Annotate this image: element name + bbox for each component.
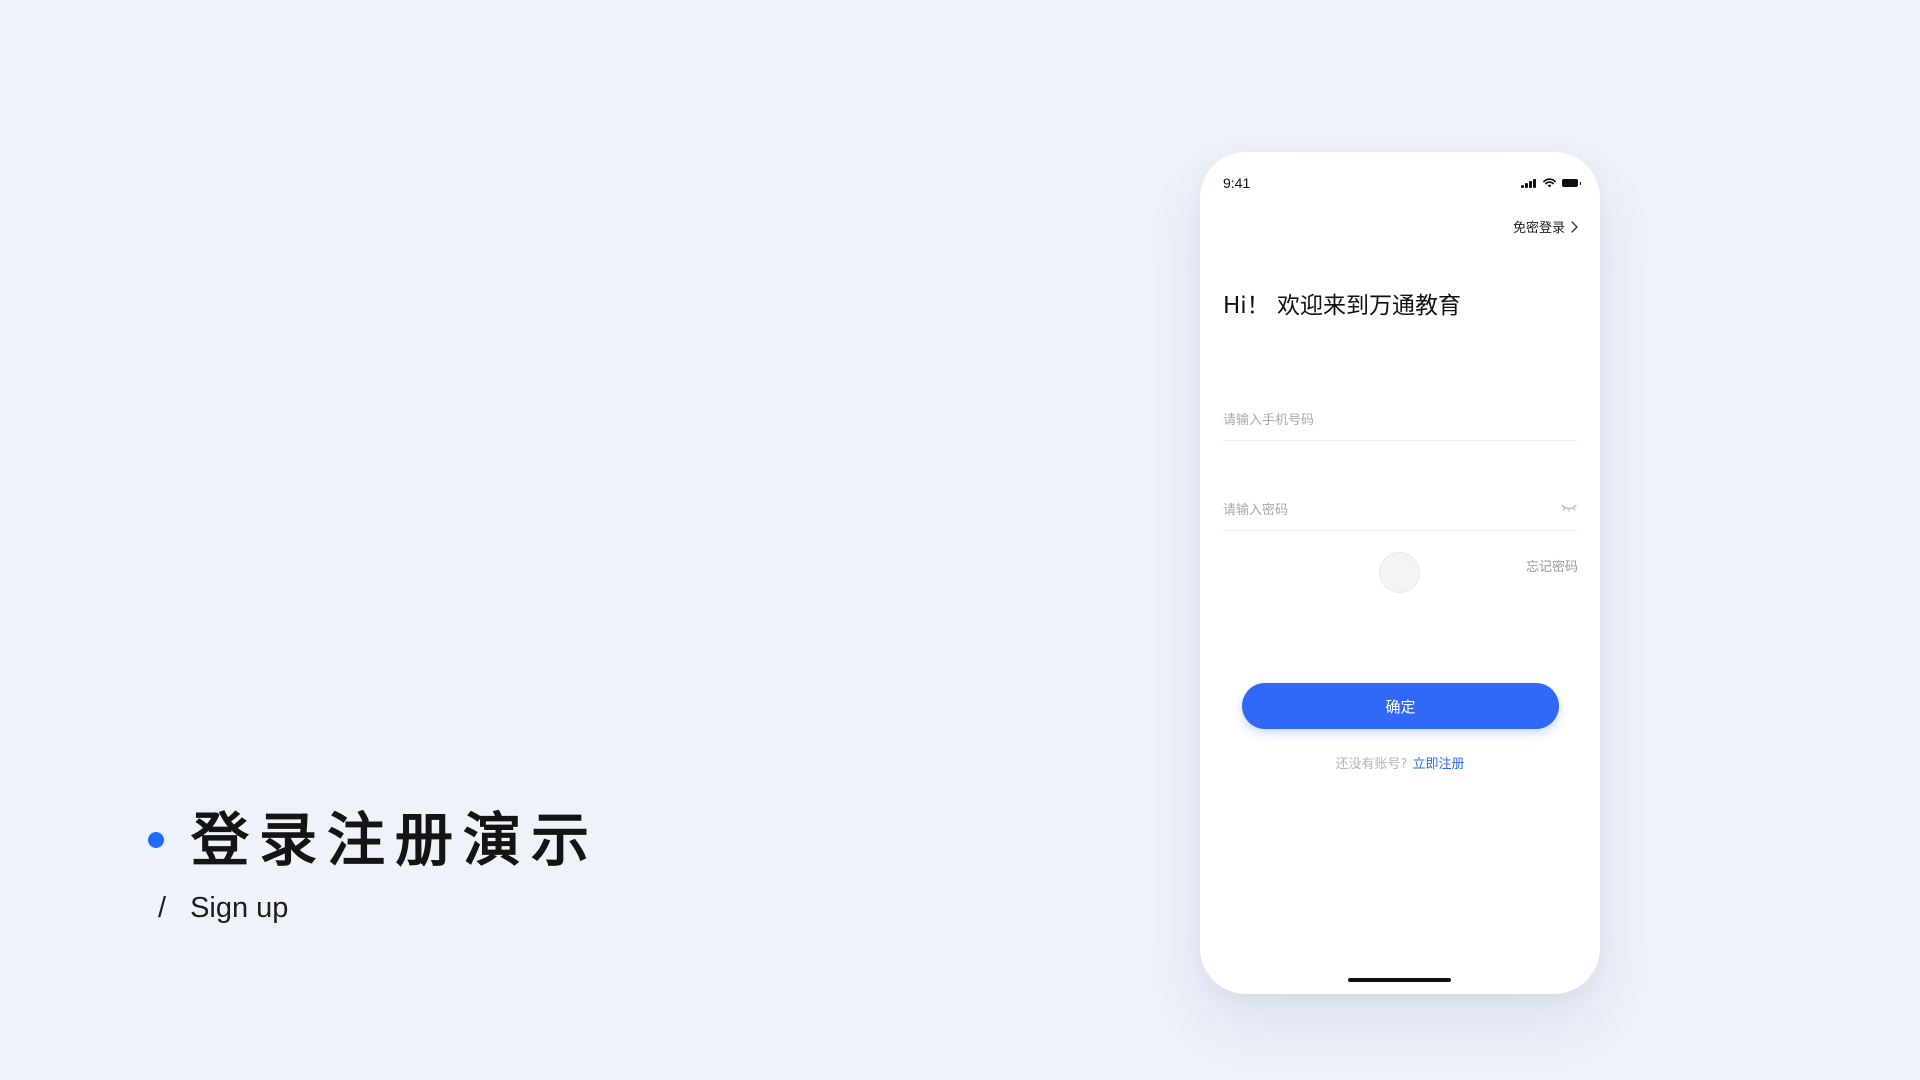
bullet-dot-icon: [148, 832, 164, 848]
status-time: 9:41: [1223, 175, 1251, 191]
password-field[interactable]: 请输入密码: [1223, 486, 1577, 531]
status-bar: 9:41: [1223, 171, 1581, 195]
loading-indicator: [1379, 552, 1420, 593]
slide-subtitle: Sign up: [190, 892, 289, 924]
slide-title: 登录注册演示: [191, 806, 600, 874]
register-prompt: 还没有账号?: [1335, 757, 1408, 772]
slide-heading: 登录注册演示 / Sign up: [148, 800, 599, 925]
slide-title-row: 登录注册演示: [148, 800, 599, 880]
chevron-right-icon: [1571, 220, 1578, 233]
quick-login-link[interactable]: 免密登录: [1513, 217, 1578, 236]
home-indicator: [1348, 978, 1451, 982]
status-icons: [1521, 178, 1581, 188]
register-link[interactable]: 立即注册: [1412, 757, 1464, 772]
phone-number-field[interactable]: 请输入手机号码: [1223, 396, 1577, 441]
signal-icon: [1521, 178, 1537, 188]
eye-closed-icon[interactable]: [1561, 504, 1577, 512]
register-row: 还没有账号? 立即注册: [1200, 753, 1600, 772]
quick-login-label: 免密登录: [1512, 221, 1565, 236]
confirm-button[interactable]: 确定: [1242, 683, 1559, 729]
password-placeholder: 请输入密码: [1223, 502, 1289, 518]
greeting-title: Hi！ 欢迎来到万通教育: [1223, 293, 1461, 319]
phone-number-placeholder: 请输入手机号码: [1223, 412, 1315, 428]
battery-icon: [1562, 179, 1581, 187]
subtitle-slash: /: [158, 892, 167, 924]
phone-mockup: 9:41 免密登录 Hi！ 欢迎来到万通教育 请输入手机号码 请输入密码 忘记密…: [1200, 152, 1600, 994]
slide-subtitle-row: / Sign up: [148, 892, 599, 925]
forgot-password-link[interactable]: 忘记密码: [1526, 556, 1578, 575]
wifi-icon: [1543, 178, 1556, 188]
